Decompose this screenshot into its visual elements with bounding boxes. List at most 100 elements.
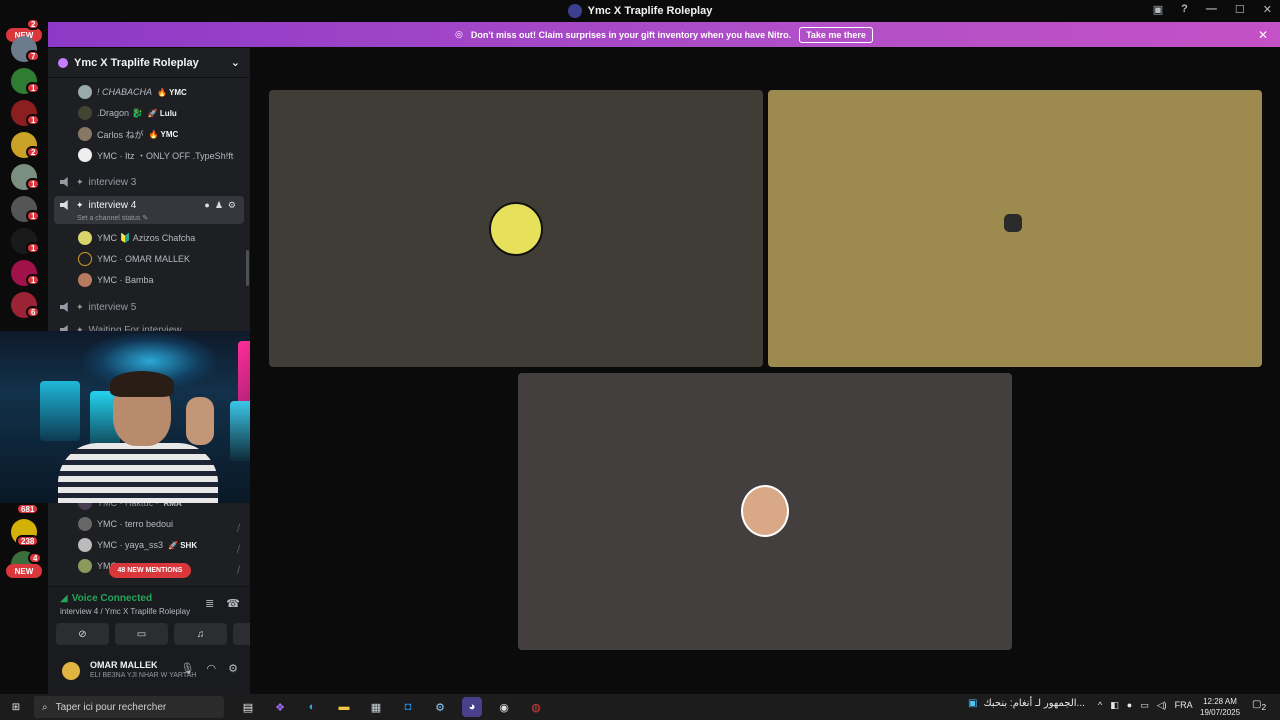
user-settings-gear-icon[interactable]: ⚙ bbox=[228, 662, 238, 675]
striped-shirt bbox=[58, 443, 218, 503]
outlook-icon[interactable]: ◘ bbox=[398, 697, 418, 717]
notification-center[interactable]: ▢2 bbox=[1252, 699, 1266, 712]
obs-icon[interactable]: ◉ bbox=[494, 697, 514, 717]
voice-user[interactable]: YMC 🔰 Azizos Chafcha bbox=[78, 229, 195, 247]
server-name: Ymc X Traplife Roleplay bbox=[74, 56, 199, 69]
unread-badge: 1 bbox=[26, 82, 41, 94]
voice-user[interactable]: ! CHABACHA 🔥 YMC bbox=[78, 83, 187, 101]
role-tag: 🚀 Lulu bbox=[147, 108, 177, 118]
screen-share-button[interactable]: ▭ bbox=[115, 623, 168, 645]
maximize-icon[interactable]: ☐ bbox=[1235, 3, 1245, 16]
user-avatar[interactable] bbox=[62, 662, 80, 680]
voice-user-name: YMC 🔰 Azizos Chafcha bbox=[97, 232, 196, 243]
windows-start-icon[interactable]: ⊞ bbox=[0, 702, 32, 713]
voice-user-name: .Dragon 🐉 bbox=[97, 107, 143, 118]
headphones-icon[interactable]: ◠ bbox=[207, 662, 217, 675]
sidebar-scrollbar[interactable] bbox=[246, 250, 249, 286]
avatar bbox=[78, 127, 92, 141]
network-icon[interactable]: ▭ bbox=[1140, 700, 1149, 711]
file-explorer-icon[interactable]: ▬ bbox=[334, 697, 354, 717]
voice-user[interactable]: YMC · Itz ・ONLY OFF .TypeSh!ft bbox=[78, 146, 233, 164]
channel-name: interview 4 bbox=[88, 200, 137, 211]
mic-muted-icon: ⧸ bbox=[236, 565, 240, 575]
voice-user-name: YMC · Bamba bbox=[97, 275, 154, 285]
channel-interview-5[interactable]: ✦ interview 5 bbox=[54, 297, 244, 317]
streamer-hand bbox=[186, 397, 214, 445]
chrome-icon[interactable]: ◍ bbox=[526, 697, 546, 717]
news-icon: ▣ bbox=[968, 698, 978, 709]
unread-badge: 6 bbox=[26, 306, 41, 318]
voice-stage bbox=[250, 47, 1280, 694]
edge-icon[interactable]: ◐ bbox=[302, 697, 322, 717]
participant-tile[interactable] bbox=[518, 373, 1012, 650]
server-header-left: Ymc X Traplife Roleplay bbox=[58, 57, 199, 69]
chevron-up-icon[interactable]: ^ bbox=[1098, 700, 1102, 711]
voice-user[interactable]: YMC · Bamba bbox=[78, 271, 154, 289]
voice-connected-panel: ◢ Voice Connected interview 4 / Ymc X Tr… bbox=[48, 586, 286, 650]
voice-user[interactable]: YMC · OMAR MALLEK bbox=[78, 250, 190, 268]
search-icon: ⌕ bbox=[42, 701, 48, 713]
speaker-icon bbox=[60, 177, 68, 187]
voice-user[interactable]: .Dragon 🐉 🚀 Lulu bbox=[78, 104, 177, 122]
channel-name: interview 5 bbox=[88, 301, 137, 313]
taskbar-apps: ▤ ❖ ◐ ▬ ▦ ◘ ⚙ ◕ ◉ ◍ bbox=[238, 697, 546, 717]
avatar bbox=[78, 273, 92, 287]
channel-emoji-icon: ✦ bbox=[76, 176, 84, 187]
settings-gear-icon[interactable]: ⚙ bbox=[228, 200, 236, 211]
news-widget[interactable]: ▣ الجمهور لـ أنغام: بنحبك... bbox=[968, 698, 1085, 709]
noise-suppression-icon[interactable]: ≣ bbox=[205, 597, 214, 610]
voice-user-name: ! CHABACHA bbox=[97, 87, 153, 97]
channel-interview-3[interactable]: ✦ interview 3 bbox=[54, 172, 244, 192]
inbox-icon[interactable]: ▣ bbox=[1153, 3, 1163, 16]
store-icon[interactable]: ▦ bbox=[366, 697, 386, 717]
minimize-icon[interactable]: — bbox=[1206, 3, 1217, 16]
help-icon[interactable]: ? bbox=[1181, 3, 1188, 16]
voice-user-name: Carlos ねが bbox=[97, 129, 144, 140]
close-banner-icon[interactable]: ✕ bbox=[1258, 28, 1268, 42]
system-tray: ^ ◧ ● ▭ ◁) FRA bbox=[1098, 700, 1193, 711]
task-view-icon[interactable]: ▤ bbox=[238, 697, 258, 717]
avatar bbox=[78, 231, 92, 245]
activities-button[interactable]: ♫ bbox=[174, 623, 227, 645]
close-window-icon[interactable]: ✕ bbox=[1263, 3, 1272, 16]
camera-button[interactable]: ⊘ bbox=[56, 623, 109, 645]
take-me-there-button[interactable]: Take me there bbox=[799, 26, 873, 43]
voice-connected-label: Voice Connected bbox=[71, 593, 153, 604]
server-header[interactable]: Ymc X Traplife Roleplay ⌄ bbox=[48, 48, 250, 78]
avatar bbox=[78, 85, 92, 99]
participant-tile[interactable] bbox=[768, 90, 1262, 367]
unread-badge: 681 bbox=[16, 503, 40, 515]
chevron-down-icon[interactable]: ⌄ bbox=[231, 56, 240, 69]
chat-icon[interactable]: ● bbox=[204, 200, 209, 211]
clock-time: 12:28 AM bbox=[1203, 697, 1237, 706]
avatar bbox=[78, 538, 92, 552]
new-mentions-pill[interactable]: 48 NEW MENTIONS bbox=[109, 563, 191, 578]
discord-icon[interactable]: ◕ bbox=[462, 697, 482, 717]
tray-app-icon[interactable]: ◧ bbox=[1110, 700, 1119, 711]
nitro-banner-text: Don't miss out! Claim surprises in your … bbox=[470, 29, 792, 40]
unread-badge: 7 bbox=[26, 50, 41, 62]
taskbar-clock[interactable]: 12:28 AM 19/07/2025 bbox=[1200, 696, 1240, 718]
voice-user[interactable]: YMC · terro bedoui bbox=[78, 515, 173, 533]
invite-icon[interactable]: ♟ bbox=[215, 200, 223, 211]
disconnect-icon[interactable]: ☎ bbox=[226, 597, 240, 610]
new-pill-bottom[interactable]: NEW bbox=[6, 564, 42, 578]
role-tag: 🚀 SHK bbox=[168, 540, 198, 550]
volume-icon[interactable]: ◁) bbox=[1157, 700, 1167, 711]
participant-tile[interactable] bbox=[269, 90, 763, 367]
voice-user[interactable]: YMC · yaya_ss3 🚀 SHK bbox=[78, 536, 197, 554]
participant-avatar bbox=[741, 485, 789, 537]
language-indicator[interactable]: FRA bbox=[1175, 700, 1193, 711]
channel-actions: ● ♟ ⚙ bbox=[204, 200, 236, 211]
unread-badge: 4 bbox=[28, 552, 43, 564]
microphone-tray-icon[interactable]: ● bbox=[1127, 700, 1132, 711]
avatar bbox=[78, 106, 92, 120]
microphone-icon[interactable]: 🎙 bbox=[181, 662, 195, 675]
channel-status[interactable]: Set a channel status ✎ bbox=[77, 214, 148, 222]
participant-avatar bbox=[489, 202, 543, 256]
copilot-icon[interactable]: ❖ bbox=[270, 697, 290, 717]
taskbar-search[interactable]: ⌕ Taper ici pour rechercher bbox=[34, 696, 224, 718]
steam-icon[interactable]: ⚙ bbox=[430, 697, 450, 717]
voice-user[interactable]: Carlos ねが 🔥 YMC bbox=[78, 125, 178, 143]
voice-channel-path[interactable]: interview 4 / Ymc X Traplife Roleplay bbox=[60, 607, 190, 616]
